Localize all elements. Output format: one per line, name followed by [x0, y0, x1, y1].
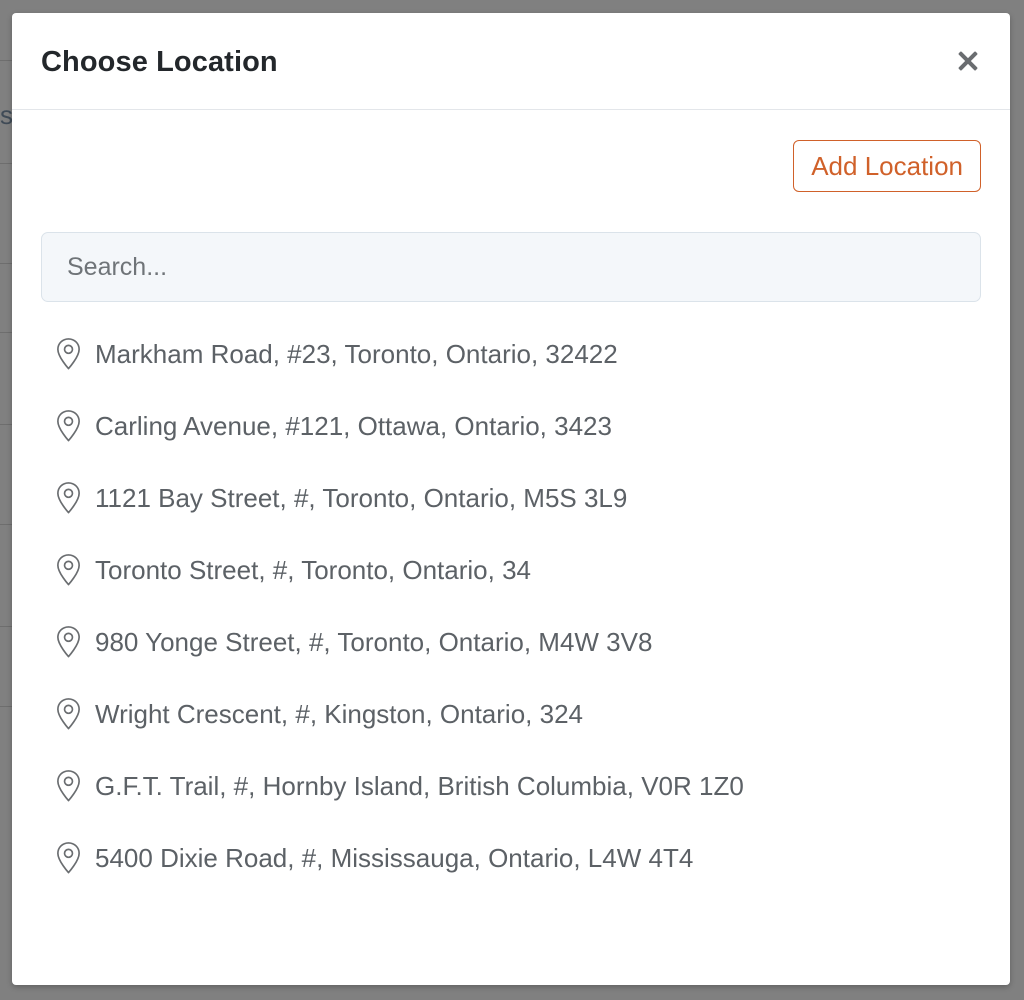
choose-location-modal: Choose Location Add Location Markham Roa… — [12, 13, 1010, 985]
map-pin-icon — [41, 622, 95, 662]
add-location-button[interactable]: Add Location — [793, 140, 981, 192]
location-address: 980 Yonge Street, #, Toronto, Ontario, M… — [95, 626, 653, 657]
location-address: Markham Road, #23, Toronto, Ontario, 324… — [95, 338, 618, 369]
location-list: Markham Road, #23, Toronto, Ontario, 324… — [41, 318, 981, 894]
location-address: 1121 Bay Street, #, Toronto, Ontario, M5… — [95, 482, 628, 513]
location-item[interactable]: Toronto Street, #, Toronto, Ontario, 34 — [41, 534, 981, 606]
location-item[interactable]: 5400 Dixie Road, #, Mississauga, Ontario… — [41, 822, 981, 894]
location-item[interactable]: Markham Road, #23, Toronto, Ontario, 324… — [41, 318, 981, 390]
modal-header: Choose Location — [12, 13, 1010, 110]
map-pin-icon — [41, 694, 95, 734]
location-address: G.F.T. Trail, #, Hornby Island, British … — [95, 770, 744, 801]
location-item[interactable]: 1121 Bay Street, #, Toronto, Ontario, M5… — [41, 462, 981, 534]
location-item[interactable]: G.F.T. Trail, #, Hornby Island, British … — [41, 750, 981, 822]
location-item[interactable]: Wright Crescent, #, Kingston, Ontario, 3… — [41, 678, 981, 750]
search-input[interactable] — [41, 232, 981, 302]
location-item[interactable]: 980 Yonge Street, #, Toronto, Ontario, M… — [41, 606, 981, 678]
location-item[interactable]: Carling Avenue, #121, Ottawa, Ontario, 3… — [41, 390, 981, 462]
map-pin-icon — [41, 334, 95, 374]
map-pin-icon — [41, 478, 95, 518]
map-pin-icon — [41, 406, 95, 446]
location-address: Toronto Street, #, Toronto, Ontario, 34 — [95, 554, 531, 585]
modal-title: Choose Location — [41, 46, 278, 78]
location-address: Wright Crescent, #, Kingston, Ontario, 3… — [95, 698, 583, 729]
map-pin-icon — [41, 838, 95, 878]
map-pin-icon — [41, 550, 95, 590]
close-icon[interactable] — [954, 47, 982, 75]
location-address: 5400 Dixie Road, #, Mississauga, Ontario… — [95, 842, 694, 873]
location-address: Carling Avenue, #121, Ottawa, Ontario, 3… — [95, 410, 612, 441]
map-pin-icon — [41, 766, 95, 806]
